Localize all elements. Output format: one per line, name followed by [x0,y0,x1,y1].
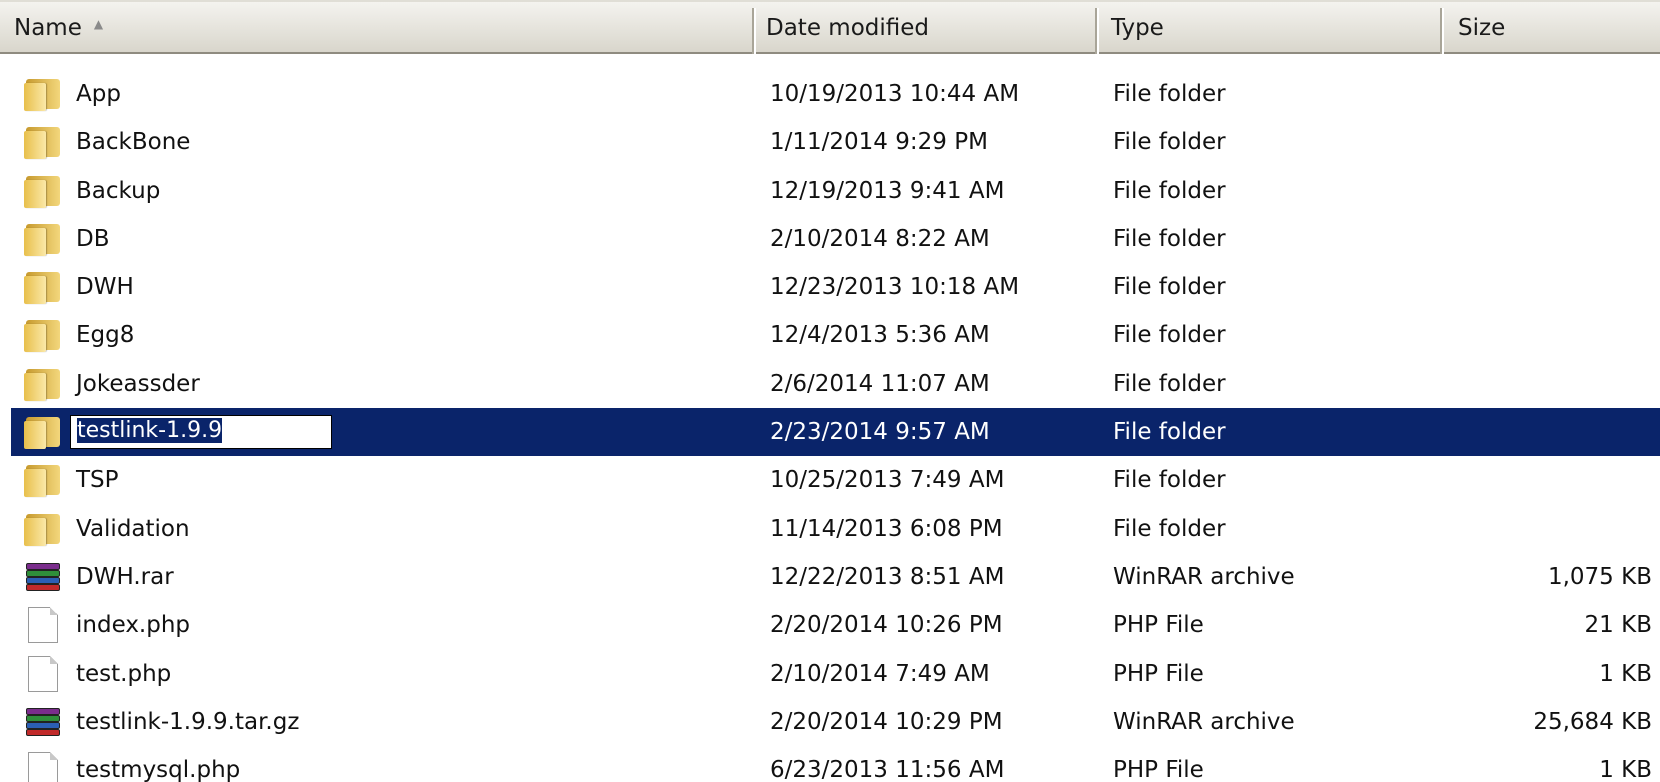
file-row[interactable]: testmysql.php 6/23/2013 11:56 AM PHP File 1… [0,746,1660,782]
file-name: Validation [76,515,190,542]
file-date-modified: 10/19/2013 10:44 AM [770,81,1020,107]
file-date-modified: 12/23/2013 10:18 AM [770,274,1020,301]
file-name: test.php [76,660,172,687]
file-name: Egg8 [76,322,135,349]
file-date-modified: 12/22/2013 8:51 AM [770,563,1005,590]
file-name: Jokeassder [76,370,200,397]
file-size: 1,075 KB [1547,563,1652,590]
file-type: File folder [1113,515,1226,542]
file-row[interactable]: Validation 11/14/2013 6:08 PM File folder [0,505,1660,553]
column-header-size-label: Size [1458,15,1506,41]
file-name: testlink-1.9.9.tar.gz [76,708,300,735]
column-header-name-label: Name [14,15,82,41]
file-name: DB [76,225,110,252]
file-row[interactable]: App 10/19/2013 10:44 AM File folder [0,70,1660,118]
file-type: PHP File [1113,612,1204,639]
file-list: App 10/19/2013 10:44 AM File folder BackBon… [0,70,1660,782]
file-size: 25,684 KB [1533,708,1652,735]
file-type: File folder [1113,419,1226,446]
file-date-modified: 2/20/2014 10:26 PM [770,612,1003,639]
file-icon [22,746,64,782]
folder-icon [22,311,64,359]
file-date-modified: 11/14/2013 6:08 PM [770,515,1003,542]
rename-input-text: testlink-1.9.9 [77,418,223,444]
file-name: DWH [76,274,134,301]
winrar-archive-icon [22,698,64,746]
column-header-type[interactable]: Type [1099,2,1444,54]
file-type: File folder [1113,467,1226,494]
file-row[interactable]: DWH.rar 12/22/2013 8:51 AM WinRAR archive 1… [0,553,1660,601]
folder-icon [22,263,64,311]
file-type: File folder [1113,322,1226,349]
file-type: File folder [1113,177,1226,204]
file-row[interactable]: DB 2/10/2014 8:22 AM File folder [0,215,1660,263]
file-row[interactable]: test.php 2/10/2014 7:49 AM PHP File 1 KB [0,650,1660,698]
folder-icon [22,118,64,166]
rename-input[interactable]: testlink-1.9.9 [70,415,332,450]
file-date-modified: 10/25/2013 7:49 AM [770,467,1005,494]
column-header-size[interactable]: Size [1444,2,1660,54]
file-row[interactable]: BackBone 1/11/2014 9:29 PM File folder [0,118,1660,166]
file-type: File folder [1113,81,1226,107]
file-date-modified: 2/20/2014 10:29 PM [770,708,1003,735]
file-name: BackBone [76,129,191,156]
file-date-modified: 6/23/2013 11:56 AM [770,757,1005,782]
file-name: TSP [76,467,119,494]
file-date-modified: 1/11/2014 9:29 PM [770,129,988,156]
file-date-modified: 2/23/2014 9:57 AM [770,419,990,446]
file-row[interactable]: Egg8 12/4/2013 5:36 AM File folder [0,311,1660,359]
sort-up-arrow-icon: ▲ [93,17,104,31]
file-type: File folder [1113,129,1226,156]
file-icon [22,601,64,649]
winrar-archive-icon [22,553,64,601]
file-date-modified: 2/10/2014 7:49 AM [770,660,990,687]
file-type: File folder [1113,274,1226,301]
column-header-date[interactable]: Date modified [756,2,1099,54]
file-date-modified: 2/6/2014 11:07 AM [770,370,990,397]
file-name: index.php [76,612,191,639]
file-size: 21 KB [1584,612,1652,639]
file-row[interactable]: TSP 10/25/2013 7:49 AM File folder [0,456,1660,504]
file-row[interactable]: DWH 12/23/2013 10:18 AM File folder [0,263,1660,311]
file-row[interactable]: index.php 2/20/2014 10:26 PM PHP File 21 KB [0,601,1660,649]
file-type: File folder [1113,225,1226,252]
file-date-modified: 2/10/2014 8:22 AM [770,225,990,252]
file-name: Backup [76,177,161,204]
column-header-type-label: Type [1111,15,1164,41]
file-size: 1 KB [1599,757,1652,782]
file-name: DWH.rar [76,563,174,590]
folder-icon [22,215,64,263]
file-type: PHP File [1113,660,1204,687]
column-header-bar: Name ▲ Date modified Type Size [0,0,1660,54]
file-row[interactable]: testlink-1.9.9.tar.gz 2/20/2014 10:29 PM W… [0,698,1660,746]
column-header-date-label: Date modified [766,15,929,41]
file-date-modified: 12/19/2013 9:41 AM [770,177,1005,204]
file-explorer-list-view: Name ▲ Date modified Type Size App 10/19/… [0,0,1660,782]
column-header-name[interactable]: Name ▲ [0,2,756,54]
file-type: WinRAR archive [1113,708,1295,735]
file-type: PHP File [1113,757,1204,782]
file-size: 1 KB [1599,660,1652,687]
folder-icon [22,456,64,504]
folder-icon [22,70,64,118]
file-name: testmysql.php [76,757,241,782]
file-row[interactable]: testlink-1.9.9 2/23/2014 9:57 AM File fold… [0,408,1660,457]
folder-icon [22,408,64,456]
file-date-modified: 12/4/2013 5:36 AM [770,322,990,349]
file-name: App [76,81,121,107]
folder-icon [22,167,64,215]
file-row[interactable]: Jokeassder 2/6/2014 11:07 AM File folder [0,360,1660,408]
file-icon [22,650,64,698]
file-type: File folder [1113,370,1226,397]
file-row[interactable]: Backup 12/19/2013 9:41 AM File folder [0,167,1660,215]
folder-icon [22,505,64,553]
file-type: WinRAR archive [1113,563,1295,590]
folder-icon [22,360,64,408]
